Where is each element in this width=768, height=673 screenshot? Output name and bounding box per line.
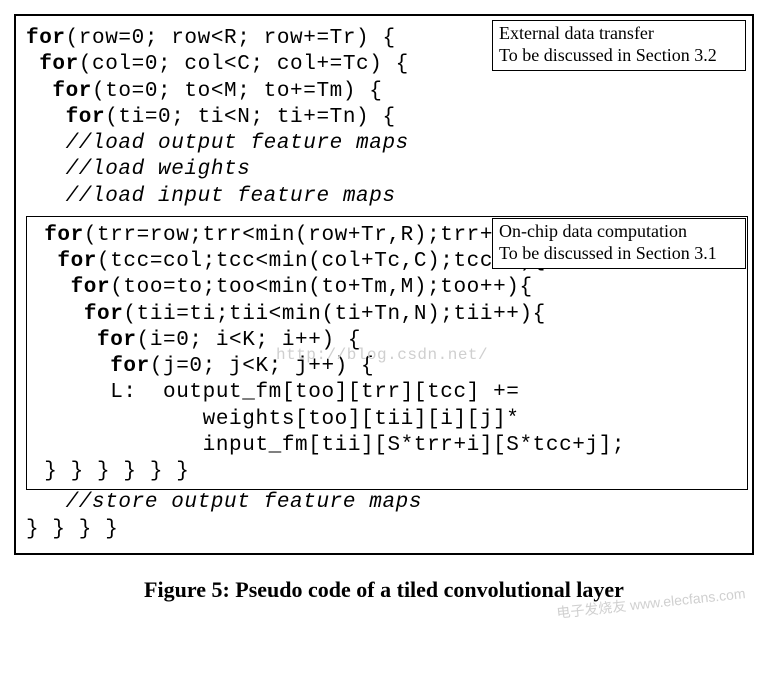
kw-for: for bbox=[110, 355, 150, 378]
comment: //store output feature maps bbox=[66, 491, 422, 514]
code-body: L: output_fm[too][trr][tcc] += bbox=[110, 381, 519, 404]
code-text: (tii=ti;tii<min(ti+Tn,N);tii++){ bbox=[123, 303, 545, 326]
code-body: weights[too][tii][i][j]* bbox=[123, 408, 519, 431]
code-close: } } } } bbox=[26, 518, 118, 541]
figure-caption: Figure 5: Pseudo code of a tiled convolu… bbox=[14, 577, 754, 603]
code-text: (i=0; i<K; i++) { bbox=[137, 329, 361, 352]
figure-frame: External data transfer To be discussed i… bbox=[14, 14, 754, 555]
kw-for: for bbox=[71, 276, 111, 299]
kw-for: for bbox=[39, 53, 79, 76]
comment: //load output feature maps bbox=[66, 132, 409, 155]
code-body: input_fm[tii][S*trr+i][S*tcc+j]; bbox=[123, 434, 625, 457]
kw-for: for bbox=[57, 250, 97, 273]
code-text: (col=0; col<C; col+=Tc) { bbox=[79, 53, 409, 76]
kw-for: for bbox=[26, 27, 66, 50]
code-text: (tcc=col;tcc<min(col+Tc,C);tcc++){ bbox=[97, 250, 546, 273]
code-text: (to=0; to<M; to+=Tm) { bbox=[92, 80, 382, 103]
comment: //load input feature maps bbox=[66, 185, 396, 208]
note-line: To be discussed in Section 3.2 bbox=[499, 45, 739, 67]
note-line: To be discussed in Section 3.1 bbox=[499, 243, 739, 265]
kw-for: for bbox=[66, 106, 106, 129]
code-text: (too=to;too<min(to+Tm,M);too++){ bbox=[110, 276, 532, 299]
code-text: (j=0; j<K; j++) { bbox=[150, 355, 374, 378]
note-external-transfer: External data transfer To be discussed i… bbox=[492, 20, 746, 71]
kw-for: for bbox=[44, 224, 84, 247]
kw-for: for bbox=[52, 80, 92, 103]
code-text: (trr=row;trr<min(row+Tr,R);trr++){ bbox=[84, 224, 533, 247]
kw-for: for bbox=[97, 329, 137, 352]
kw-for: for bbox=[84, 303, 124, 326]
note-onchip-compute: On-chip data computation To be discussed… bbox=[492, 218, 746, 269]
code-close: } } } } } } bbox=[44, 460, 189, 483]
note-line: External data transfer bbox=[499, 23, 739, 45]
code-after: //store output feature maps } } } } bbox=[26, 490, 746, 543]
code-text: (ti=0; ti<N; ti+=Tn) { bbox=[105, 106, 395, 129]
comment: //load weights bbox=[66, 158, 251, 181]
note-line: On-chip data computation bbox=[499, 221, 739, 243]
code-text: (row=0; row<R; row+=Tr) { bbox=[66, 27, 396, 50]
